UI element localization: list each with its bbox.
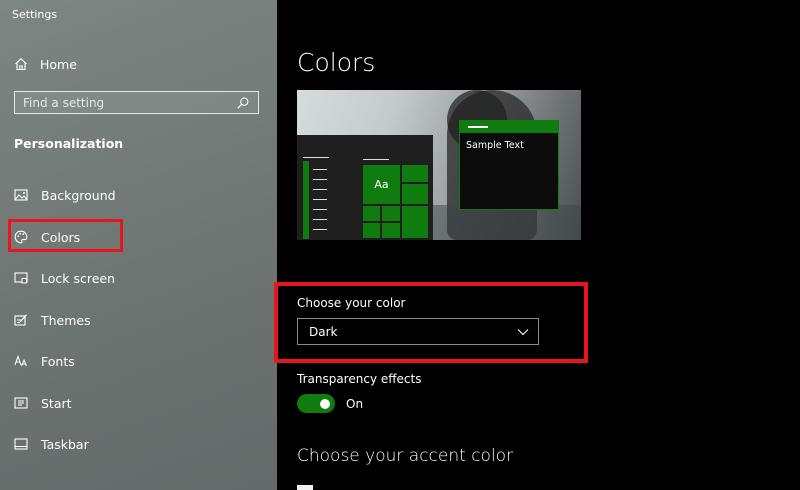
sidebar-item-label: Fonts bbox=[41, 353, 75, 369]
transparency-toggle[interactable] bbox=[297, 394, 335, 413]
preview-tile bbox=[363, 223, 380, 238]
search-box[interactable] bbox=[14, 91, 259, 114]
preview-tile bbox=[402, 206, 428, 238]
preview-tile bbox=[382, 206, 400, 221]
preview-tile bbox=[382, 223, 400, 238]
preview-menu-line bbox=[313, 229, 327, 230]
transparency-label: Transparency effects bbox=[297, 372, 422, 386]
preview-start-menu: Aa bbox=[297, 135, 433, 240]
themes-icon bbox=[14, 313, 28, 327]
sidebar-item-label: Start bbox=[41, 395, 72, 411]
sidebar-item-themes[interactable]: Themes bbox=[14, 309, 254, 331]
preview-sample-text: Sample Text bbox=[466, 140, 524, 151]
sidebar-item-label: Background bbox=[41, 187, 116, 203]
preview-sample-window: Sample Text bbox=[459, 120, 559, 210]
start-icon bbox=[14, 396, 28, 410]
sidebar-item-lock-screen[interactable]: Lock screen bbox=[14, 267, 254, 289]
preview-menu-line bbox=[303, 157, 329, 158]
search-input[interactable] bbox=[23, 95, 223, 110]
preview-menu-line bbox=[313, 199, 327, 200]
preview-start-strip bbox=[303, 161, 309, 239]
sidebar: Settings Home Personalization Background… bbox=[0, 0, 277, 490]
preview-tile bbox=[402, 165, 428, 182]
preview-menu-line bbox=[313, 169, 327, 170]
preview-menu-line bbox=[313, 189, 327, 190]
app-title: Settings bbox=[12, 8, 58, 21]
lock-screen-icon bbox=[14, 271, 28, 285]
accent-checkbox[interactable] bbox=[297, 485, 313, 490]
preview-tile-large: Aa bbox=[363, 165, 400, 204]
accent-color-title: Choose your accent color bbox=[297, 446, 514, 466]
section-label: Personalization bbox=[14, 136, 124, 151]
sidebar-item-fonts[interactable]: Fonts bbox=[14, 350, 254, 372]
toggle-knob bbox=[320, 398, 330, 409]
picture-icon bbox=[14, 188, 28, 202]
preview-menu-line bbox=[313, 209, 327, 210]
preview-menu-line bbox=[363, 159, 389, 160]
search-icon[interactable] bbox=[236, 96, 250, 110]
preview-menu-line bbox=[313, 219, 327, 220]
sidebar-item-start[interactable]: Start bbox=[14, 392, 254, 414]
preview-window-titlebar bbox=[460, 121, 558, 133]
main-content: Colors Aa Sample Text Choose your color … bbox=[277, 0, 800, 490]
home-label: Home bbox=[40, 56, 77, 72]
sidebar-item-label: Themes bbox=[41, 312, 91, 328]
home-link[interactable]: Home bbox=[14, 54, 77, 74]
sidebar-item-background[interactable]: Background bbox=[14, 184, 254, 206]
sidebar-item-label: Taskbar bbox=[41, 436, 89, 452]
taskbar-icon bbox=[14, 437, 28, 451]
highlight-annotation-colors bbox=[8, 219, 123, 252]
highlight-annotation-choose-color bbox=[274, 282, 588, 363]
fonts-icon bbox=[14, 354, 28, 368]
transparency-toggle-row: On bbox=[297, 394, 363, 413]
sidebar-item-label: Lock screen bbox=[41, 270, 116, 286]
toggle-state-label: On bbox=[346, 396, 364, 411]
theme-preview: Aa Sample Text bbox=[297, 90, 581, 240]
preview-tile bbox=[402, 184, 428, 204]
home-icon bbox=[14, 57, 28, 71]
sidebar-item-taskbar[interactable]: Taskbar bbox=[14, 433, 254, 455]
preview-tile bbox=[363, 206, 380, 221]
page-title: Colors bbox=[297, 48, 376, 77]
preview-menu-line bbox=[313, 179, 327, 180]
